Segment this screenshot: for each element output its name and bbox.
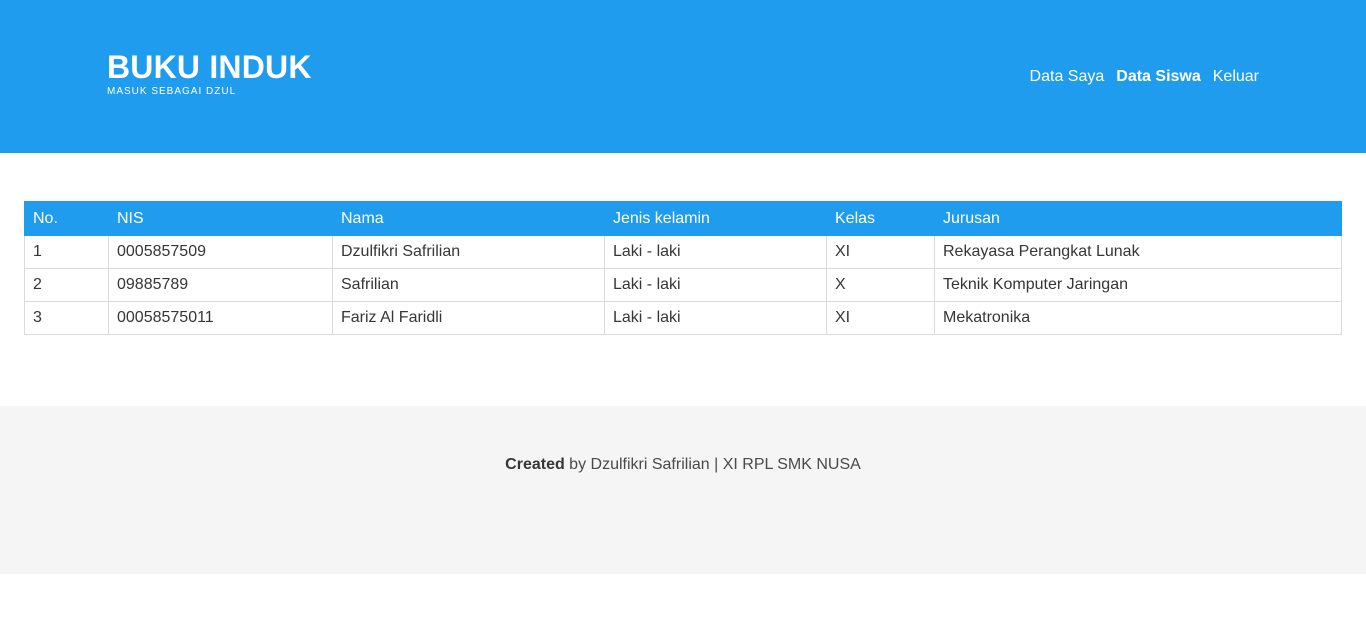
site-header: BUKU INDUK MASUK SEBAGAI DZUL Data Saya … (0, 0, 1366, 153)
cell-jenis-kelamin: Laki - laki (604, 268, 827, 302)
cell-nama: Dzulfikri Safrilian (332, 235, 605, 269)
nav-data-saya[interactable]: Data Saya (1030, 67, 1105, 87)
column-header-nama: Nama (332, 201, 605, 236)
student-table: No. NIS Nama Jenis kelamin Kelas Jurusan… (24, 201, 1342, 335)
column-header-jurusan: Jurusan (934, 201, 1342, 236)
column-header-nis: NIS (108, 201, 333, 236)
cell-kelas: X (826, 268, 935, 302)
footer-created-label: Created (505, 456, 565, 473)
cell-nis: 09885789 (108, 268, 333, 302)
site-footer: Created by Dzulfikri Safrilian | XI RPL … (0, 406, 1366, 574)
cell-nis: 00058575011 (108, 301, 333, 335)
cell-no: 3 (24, 301, 109, 335)
table-row: 2 09885789 Safrilian Laki - laki X Tekni… (24, 268, 1342, 302)
cell-nis: 0005857509 (108, 235, 333, 269)
brand-subtitle: MASUK SEBAGAI DZUL (107, 86, 237, 97)
column-header-jenis-kelamin: Jenis kelamin (604, 201, 827, 236)
cell-jenis-kelamin: Laki - laki (604, 235, 827, 269)
cell-nama: Fariz Al Faridli (332, 301, 605, 335)
cell-jurusan: Teknik Komputer Jaringan (934, 268, 1342, 302)
main-nav: Data Saya Data Siswa Keluar (1030, 67, 1259, 87)
cell-jurusan: Mekatronika (934, 301, 1342, 335)
table-row: 3 00058575011 Fariz Al Faridli Laki - la… (24, 301, 1342, 335)
cell-no: 2 (24, 268, 109, 302)
footer-credit-text: by Dzulfikri Safrilian | XI RPL SMK NUSA (564, 456, 861, 473)
brand-title: BUKU INDUK (107, 49, 312, 85)
student-table-container: No. NIS Nama Jenis kelamin Kelas Jurusan… (24, 201, 1342, 335)
cell-kelas: XI (826, 301, 935, 335)
nav-data-siswa[interactable]: Data Siswa (1116, 67, 1200, 87)
cell-kelas: XI (826, 235, 935, 269)
table-header-row: No. NIS Nama Jenis kelamin Kelas Jurusan (24, 201, 1342, 236)
cell-jenis-kelamin: Laki - laki (604, 301, 827, 335)
cell-no: 1 (24, 235, 109, 269)
cell-jurusan: Rekayasa Perangkat Lunak (934, 235, 1342, 269)
nav-keluar[interactable]: Keluar (1213, 67, 1259, 87)
cell-nama: Safrilian (332, 268, 605, 302)
brand[interactable]: BUKU INDUK MASUK SEBAGAI DZUL (107, 49, 312, 98)
table-row: 1 0005857509 Dzulfikri Safrilian Laki - … (24, 235, 1342, 269)
footer-credit: Created by Dzulfikri Safrilian | XI RPL … (0, 456, 1366, 474)
column-header-no: No. (24, 201, 109, 236)
column-header-kelas: Kelas (826, 201, 935, 236)
